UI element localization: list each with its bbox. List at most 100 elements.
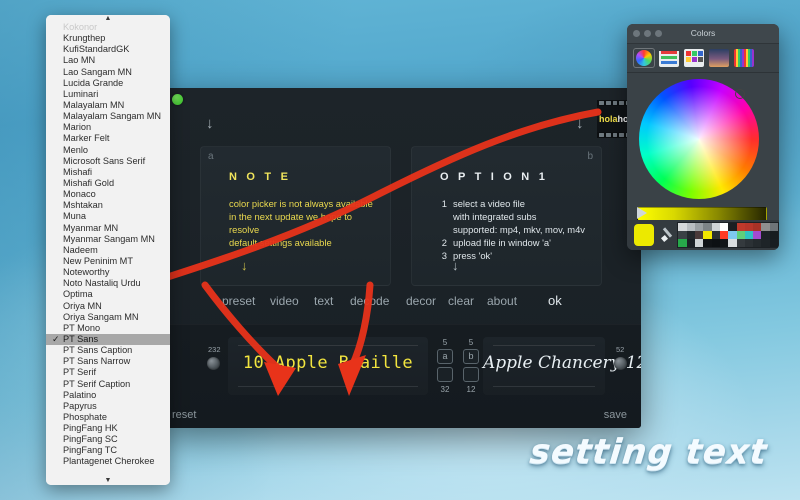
main-app-window[interactable]: ↓ ↓ a N O T E color picker is not always… xyxy=(160,88,641,428)
color-swatch[interactable] xyxy=(736,239,745,248)
color-wheel[interactable] xyxy=(639,79,759,199)
colors-panel-tabbar[interactable] xyxy=(627,44,779,73)
font-menu-item[interactable]: PT Serif xyxy=(46,367,170,378)
color-swatch[interactable] xyxy=(719,239,729,248)
color-swatch[interactable] xyxy=(728,239,737,248)
font-menu-item[interactable]: Lao MN xyxy=(46,55,170,66)
color-swatch[interactable] xyxy=(711,239,720,248)
stepper-b[interactable]: 5 b . 12 xyxy=(463,338,479,394)
color-swatch[interactable] xyxy=(761,239,770,248)
green-status-dot[interactable] xyxy=(172,94,183,105)
font-menu-item[interactable]: PT Sans Narrow xyxy=(46,356,170,367)
menu-scroll-down-icon[interactable]: ▼ xyxy=(46,476,170,485)
color-swatch[interactable] xyxy=(769,230,778,240)
toolbar-button-clear[interactable]: clear xyxy=(448,294,474,308)
color-swatch[interactable] xyxy=(761,230,770,240)
color-swatch[interactable] xyxy=(703,222,712,231)
font-family-dropdown-menu[interactable]: ▲ Kokonor Krungthep KufiStandardGK Lao MN La… xyxy=(46,15,170,485)
current-color-well[interactable] xyxy=(634,224,654,246)
toolbar-button-ok[interactable]: ok xyxy=(548,293,562,308)
font-menu-item[interactable]: PT Serif Caption xyxy=(46,379,170,390)
reset-button[interactable]: reset xyxy=(172,409,196,421)
option-down-arrow-icon[interactable]: ↓ xyxy=(452,258,459,273)
font-menu-item[interactable]: Lucida Grande xyxy=(46,78,170,89)
color-swatch[interactable] xyxy=(678,239,687,248)
save-button[interactable]: save xyxy=(604,409,627,421)
color-swatch[interactable] xyxy=(678,230,687,240)
color-swatch[interactable] xyxy=(744,222,754,231)
font-menu-item[interactable]: Palatino xyxy=(46,390,170,401)
color-swatch-grid[interactable] xyxy=(677,221,779,249)
left-knob[interactable] xyxy=(207,357,220,370)
font-menu-item[interactable]: Malayalam MN xyxy=(46,100,170,111)
color-swatch[interactable] xyxy=(761,222,770,231)
note-panel[interactable]: a N O T E color picker is not always ava… xyxy=(200,146,391,286)
font-menu-item[interactable]: Krungthep xyxy=(46,33,170,44)
colors-panel-window[interactable]: Colors xyxy=(627,24,779,250)
color-swatch[interactable] xyxy=(695,222,704,231)
toolbar-button-decor[interactable]: decor xyxy=(406,294,436,308)
toolbar-button-about[interactable]: about xyxy=(487,294,517,308)
stepper-a[interactable]: 5 a . 32 xyxy=(437,338,453,394)
font-menu-item[interactable]: Oriya Sangam MN xyxy=(46,312,170,323)
font-menu-item[interactable]: PT Mono xyxy=(46,323,170,334)
font-menu-item[interactable]: Kokonor xyxy=(46,22,170,33)
color-palettes-tab[interactable] xyxy=(684,49,704,67)
font-menu-item[interactable]: Optima xyxy=(46,289,170,300)
font-menu-item[interactable]: Plantagenet Cherokee xyxy=(46,456,170,467)
font-menu-item[interactable]: Lao Sangam MN xyxy=(46,67,170,78)
font-menu-item[interactable]: Mishafi Gold xyxy=(46,178,170,189)
brightness-slider-grip[interactable] xyxy=(637,207,647,219)
color-swatch[interactable] xyxy=(736,230,745,240)
font-menu-item[interactable]: Muna xyxy=(46,211,170,222)
font-menu-item[interactable]: Nadeem xyxy=(46,245,170,256)
color-swatch[interactable] xyxy=(744,239,754,248)
font-menu-item[interactable]: KufiStandardGK xyxy=(46,44,170,55)
option-panel[interactable]: b O P T I O N 1 1 select a video file wi… xyxy=(411,146,602,286)
color-swatch[interactable] xyxy=(703,239,712,248)
font-menu-item[interactable]: Mshtakan xyxy=(46,200,170,211)
color-swatch[interactable] xyxy=(686,230,696,240)
font-menu-item[interactable]: New Peninim MT xyxy=(46,256,170,267)
stepper-b-empty-cell[interactable]: . xyxy=(463,367,479,382)
app-titlebar[interactable] xyxy=(160,88,641,110)
font-menu-item[interactable]: Marion xyxy=(46,122,170,133)
font-menu-item[interactable]: Oriya MN xyxy=(46,301,170,312)
font-menu-item[interactable]: Phosphate xyxy=(46,412,170,423)
font-menu-item[interactable]: Luminari xyxy=(46,89,170,100)
font-menu-item[interactable]: Papyrus xyxy=(46,401,170,412)
color-swatch[interactable] xyxy=(728,230,737,240)
right-knob[interactable] xyxy=(614,357,627,370)
toolbar-button-video[interactable]: video xyxy=(270,294,299,308)
color-swatch[interactable] xyxy=(686,239,696,248)
toolbar-button-decode[interactable]: decode xyxy=(350,294,389,308)
color-swatch[interactable] xyxy=(678,222,687,231)
color-swatch[interactable] xyxy=(769,239,778,248)
font-menu-item[interactable]: ✓ PT Sans xyxy=(46,333,170,346)
color-swatch[interactable] xyxy=(753,222,762,231)
stepper-b-letter-cell[interactable]: b xyxy=(463,349,479,364)
font-menu-item[interactable]: Myanmar MN xyxy=(46,223,170,234)
color-swatch[interactable] xyxy=(703,230,712,240)
color-wheel-cursor[interactable] xyxy=(735,89,745,99)
eyedropper-icon[interactable] xyxy=(661,227,672,243)
brightness-slider[interactable] xyxy=(637,207,767,221)
font-menu-item[interactable]: Microsoft Sans Serif xyxy=(46,156,170,167)
color-swatch[interactable] xyxy=(711,230,720,240)
font-menu-item[interactable]: PingFang HK xyxy=(46,423,170,434)
color-swatch[interactable] xyxy=(695,230,704,240)
font-menu-item[interactable]: Marker Felt xyxy=(46,133,170,144)
color-swatch[interactable] xyxy=(736,222,745,231)
color-swatch[interactable] xyxy=(695,239,704,248)
font-menu-item[interactable]: Noteworthy xyxy=(46,267,170,278)
font-menu-item[interactable]: PT Sans Caption xyxy=(46,345,170,356)
stepper-a-empty-cell[interactable]: . xyxy=(437,367,453,382)
stepper-a-letter-cell[interactable]: a xyxy=(437,349,453,364)
color-swatch[interactable] xyxy=(769,222,778,231)
color-swatch[interactable] xyxy=(744,230,754,240)
toolbar-button-text[interactable]: text xyxy=(314,294,333,308)
font-menu-item[interactable]: Noto Nastaliq Urdu xyxy=(46,278,170,289)
note-down-arrow-icon[interactable]: ↓ xyxy=(241,258,248,273)
font-menu-item[interactable]: Mishafi xyxy=(46,167,170,178)
font-menu-item[interactable]: PingFang TC xyxy=(46,445,170,456)
